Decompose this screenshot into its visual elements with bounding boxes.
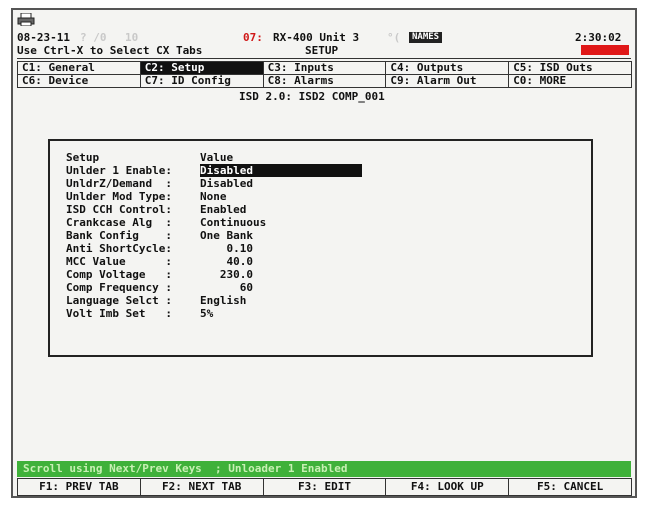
setup-row-value[interactable]: Enabled — [200, 203, 246, 216]
setup-row-label: Crankcase Alg : — [66, 216, 172, 229]
setup-row-label: ISD CCH Control: — [66, 203, 172, 216]
temperature-readout: °( — [387, 31, 401, 44]
setup-row-value[interactable]: Disabled — [200, 177, 253, 190]
setup-row-value[interactable]: 5% — [200, 307, 213, 320]
setup-row-label: Language Selct : — [66, 294, 172, 307]
tab-more[interactable]: C0: MORE — [508, 74, 632, 88]
edit-button[interactable]: F3: EDIT — [262, 478, 387, 496]
tab-alarm-out[interactable]: C9: Alarm Out — [385, 74, 510, 88]
value-text: 230.0 — [200, 268, 253, 281]
value-text: English — [200, 294, 247, 307]
page-subtitle: ISD 2.0: ISD2 COMP_001 — [239, 90, 385, 103]
hint-text: Use Ctrl-X to Select CX Tabs — [17, 44, 203, 57]
value-text: One Bank — [200, 229, 253, 242]
setup-row-value[interactable]: None — [200, 190, 227, 203]
next-tab-button[interactable]: F2: NEXT TAB — [139, 478, 264, 496]
setup-row-label: Bank Config : — [66, 229, 172, 242]
setup-row-value[interactable]: 0.10 — [200, 242, 253, 255]
value-text: None — [200, 190, 227, 203]
setup-row-value[interactable]: English — [200, 294, 246, 307]
tab-general[interactable]: C1: General — [17, 61, 141, 75]
status-bar: Scroll using Next/Prev Keys ; Unloader 1… — [17, 461, 631, 477]
alarm-indicator — [581, 45, 629, 55]
unit-name: RX-400 Unit 3 — [273, 31, 360, 44]
setup-row-label: MCC Value : — [66, 255, 172, 268]
setup-row-label: Anti ShortCycle: — [66, 242, 172, 255]
value-text: Disabled — [200, 177, 253, 190]
header-faint-a: ? /0 — [80, 31, 107, 44]
setup-row-label: UnldrZ/Demand : — [66, 177, 172, 190]
value-text: 0.10 — [200, 242, 253, 255]
look-up-button[interactable]: F4: LOOK UP — [385, 478, 510, 496]
value-text: 40.0 — [200, 255, 253, 268]
tab-device[interactable]: C6: Device — [17, 74, 141, 88]
value-text: Enabled — [200, 203, 247, 216]
setup-row-value[interactable]: 60 — [200, 281, 253, 294]
tab-setup[interactable]: C2: Setup — [139, 61, 264, 75]
value-text: 5% — [200, 307, 214, 320]
column-header-setup: Setup — [66, 151, 100, 164]
clock-time: 2:30:02 — [575, 31, 622, 44]
divider — [17, 58, 631, 59]
setup-row-value[interactable]: 40.0 — [200, 255, 253, 268]
tab-isd-outs[interactable]: C5: ISD Outs — [508, 61, 632, 75]
value-text: Continuous — [200, 216, 267, 229]
setup-row-label: Unlder Mod Type: — [66, 190, 172, 203]
terminal-screen: 08-23-11 ? /0 10 07: RX-400 Unit 3 °( 2:… — [11, 8, 637, 498]
value-text: 60 — [200, 281, 253, 294]
tab-row-2: C6: Device C7: ID Config C8: Alarms C9: … — [17, 74, 632, 88]
names-badge[interactable]: NAMES — [409, 32, 443, 43]
setup-row-label: Comp Voltage : — [66, 268, 172, 281]
tab-row-1: C1: General C2: Setup C3: Inputs C4: Out… — [17, 61, 632, 75]
printer-icon[interactable] — [17, 13, 35, 26]
tab-outputs[interactable]: C4: Outputs — [385, 61, 510, 75]
tab-inputs[interactable]: C3: Inputs — [262, 61, 387, 75]
cancel-button[interactable]: F5: CANCEL — [508, 478, 632, 496]
tab-id-config[interactable]: C7: ID Config — [139, 74, 264, 88]
column-header-value: Value — [200, 151, 234, 164]
value-text: Disabled — [200, 164, 362, 177]
setup-row-label: Unlder 1 Enable: — [66, 164, 172, 177]
setup-panel: Setup Value Unlder 1 Enable: Disabled Unld… — [48, 139, 593, 357]
setup-row-value[interactable]: Continuous — [200, 216, 266, 229]
header-date: 08-23-11 — [17, 31, 70, 44]
tab-alarms[interactable]: C8: Alarms — [262, 74, 387, 88]
setup-row-value-selected[interactable]: Disabled — [200, 164, 362, 177]
setup-row-value[interactable]: 230.0 — [200, 268, 253, 281]
setup-row-label: Comp Frequency : — [66, 281, 172, 294]
prev-tab-button[interactable]: F1: PREV TAB — [17, 478, 141, 496]
alarm-number: 07: — [243, 31, 263, 44]
mode-label: SETUP — [305, 44, 339, 57]
setup-row-value[interactable]: One Bank — [200, 229, 253, 242]
header-faint-b: 10 — [125, 31, 139, 44]
setup-row-label: Volt Imb Set : — [66, 307, 172, 320]
function-key-bar: F1: PREV TAB F2: NEXT TAB F3: EDIT F4: L… — [17, 478, 632, 496]
